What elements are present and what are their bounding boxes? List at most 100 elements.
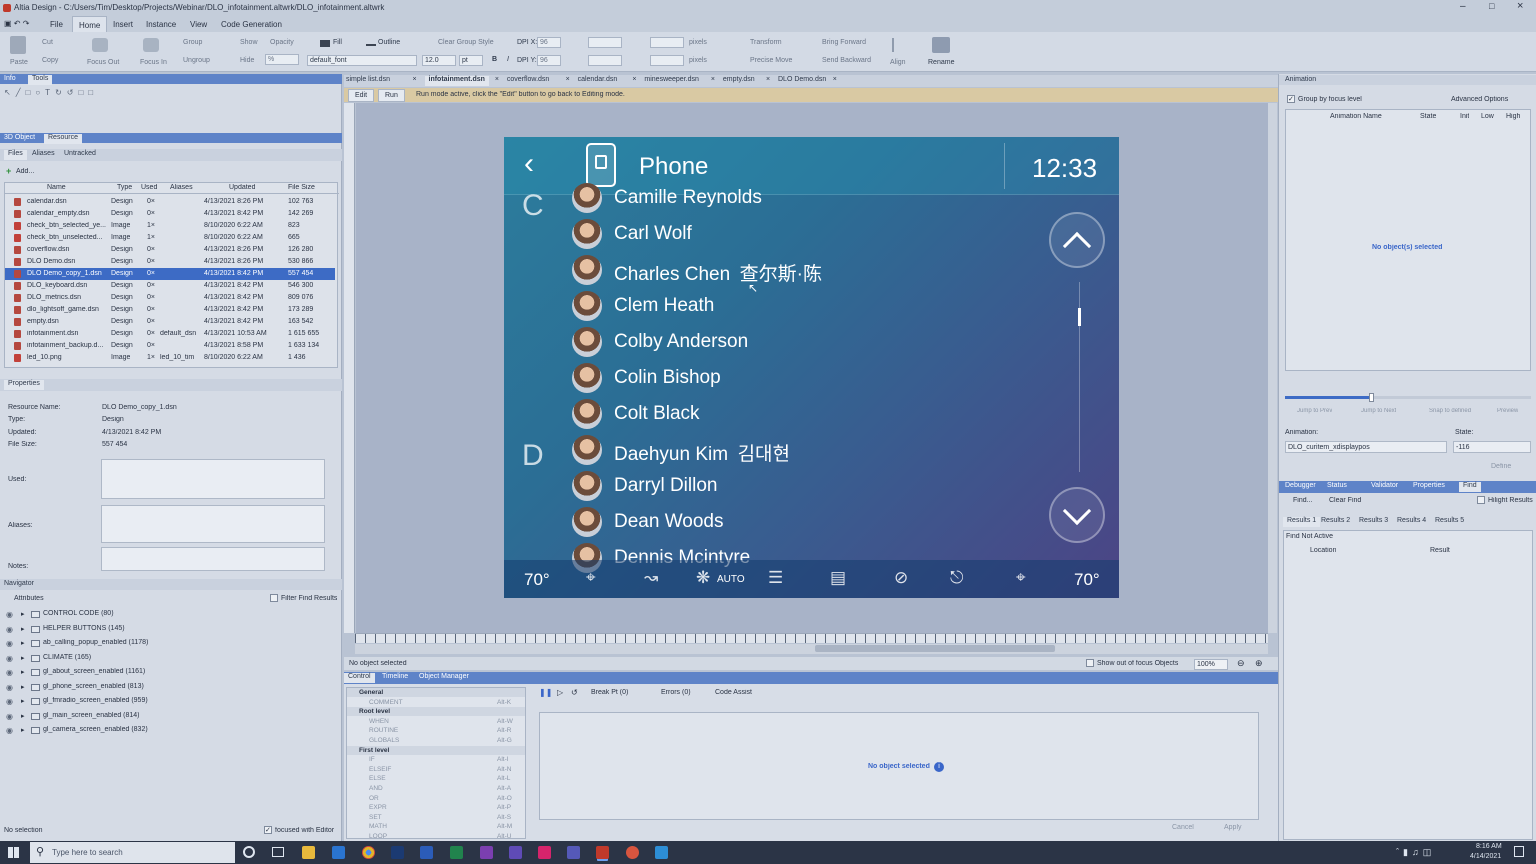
contact-row[interactable]: Daehyun Kim 김대현	[572, 432, 1012, 468]
menu-insert[interactable]: Insert	[113, 20, 133, 29]
bold-button[interactable]: B	[492, 56, 497, 63]
group-button[interactable]: Group	[183, 39, 202, 46]
unit-select-1[interactable]: pixels	[689, 39, 707, 46]
front-defrost-icon[interactable]: ☰	[768, 568, 783, 588]
advanced-options-button[interactable]: Advanced Options	[1451, 96, 1508, 103]
tab-resource[interactable]: Resource	[44, 134, 82, 144]
vertical-scrollbar[interactable]	[1268, 103, 1277, 633]
ungroup-button[interactable]: Ungroup	[183, 57, 210, 64]
contact-row[interactable]: Colby Anderson	[572, 324, 1012, 360]
animation-slider[interactable]	[1285, 393, 1531, 402]
visibility-eye-icon[interactable]: ◉	[6, 654, 13, 663]
tab-timeline[interactable]: Timeline	[382, 673, 408, 680]
col-low[interactable]: Low	[1481, 113, 1494, 120]
col-updated[interactable]: Updated	[229, 184, 255, 191]
cancel-button[interactable]: Cancel	[1172, 824, 1194, 831]
task-view-icon[interactable]	[272, 847, 284, 857]
app-icon-pink[interactable]	[538, 846, 551, 859]
tree-item[interactable]: WHEN Alt-W	[347, 717, 525, 726]
tab-validator[interactable]: Validator	[1371, 482, 1398, 489]
temp-right[interactable]: 70°	[1074, 570, 1100, 590]
position-x-field[interactable]	[588, 37, 622, 48]
scroll-up-button[interactable]	[1049, 212, 1105, 268]
width-field[interactable]	[650, 37, 684, 48]
code-assist-button[interactable]: Code Assist	[715, 689, 752, 696]
temp-left[interactable]: 70°	[524, 570, 550, 590]
result-tab[interactable]: Results 4	[1397, 517, 1426, 524]
contact-row[interactable]: Darryl Dillon	[572, 468, 1012, 504]
maximize-icon[interactable]: □	[1489, 1, 1494, 11]
unit-select-2[interactable]: pixels	[689, 57, 707, 64]
expand-arrow-icon[interactable]: ▸	[21, 668, 25, 676]
tray-icons[interactable]: ˆ▮♫◫	[1396, 847, 1435, 858]
contact-row[interactable]: Camille Reynolds	[572, 180, 1012, 216]
font-size-field[interactable]: 12.0	[422, 55, 456, 66]
reset-icon[interactable]: ↺	[571, 688, 578, 697]
col-state[interactable]: State	[1420, 113, 1436, 120]
group-by-checkbox[interactable]: ✓	[1287, 95, 1295, 103]
document-tab[interactable]: infotainment.dsn	[424, 76, 489, 86]
navigator-item[interactable]: ◉ ▸ gl_camera_screen_enabled (832)	[0, 724, 340, 738]
aliases-field[interactable]	[101, 505, 325, 543]
word-icon[interactable]	[420, 846, 433, 859]
contact-row[interactable]: Carl Wolf	[572, 216, 1012, 252]
expand-arrow-icon[interactable]: ▸	[21, 625, 25, 633]
document-tab[interactable]: minesweeper.dsn	[644, 76, 698, 83]
scroll-down-button[interactable]	[1049, 487, 1105, 543]
resource-row[interactable]: DLO_metrics.dsn Design 0× 4/13/2021 8:42 PM…	[5, 292, 335, 304]
break-point-button[interactable]: Break Pt (0)	[591, 689, 628, 696]
seat-heat-left-icon[interactable]: ⌖	[586, 568, 596, 588]
outlook-icon[interactable]	[332, 846, 345, 859]
tab-files[interactable]: Files	[4, 150, 27, 160]
tree-item[interactable]: ROUTINE Alt-R	[347, 726, 525, 735]
tree-item[interactable]: SET Alt-S	[347, 813, 525, 822]
excel-icon[interactable]	[450, 846, 463, 859]
document-tab[interactable]: DLO Demo.dsn	[778, 76, 826, 83]
paste-icon[interactable]	[10, 36, 26, 54]
notes-field[interactable]	[101, 547, 325, 571]
resource-row[interactable]: dlo_lightsoff_game.dsn Design 0× 4/13/2021 …	[5, 304, 335, 316]
chrome-icon[interactable]	[362, 846, 375, 859]
visibility-eye-icon[interactable]: ◉	[6, 726, 13, 735]
position-y-field[interactable]	[588, 55, 622, 66]
tab-object-manager[interactable]: Object Manager	[419, 673, 469, 680]
tab-tools[interactable]: Tools	[28, 75, 53, 85]
expand-arrow-icon[interactable]: ▸	[21, 697, 25, 705]
fill-button[interactable]: Fill	[333, 39, 342, 46]
used-field[interactable]	[101, 459, 325, 499]
tab-properties[interactable]: Properties	[1413, 482, 1445, 489]
tree-group[interactable]: First level	[347, 745, 525, 755]
tree-item[interactable]: EXPR Alt-P	[347, 803, 525, 812]
contact-row[interactable]: Colt Black	[572, 396, 1012, 432]
dpi-x-field[interactable]: 96	[537, 37, 561, 48]
resource-row[interactable]: coverflow.dsn Design 0× 4/13/2021 8:26 PM 12…	[5, 244, 335, 256]
visibility-eye-icon[interactable]: ◉	[6, 610, 13, 619]
step-icon[interactable]: ▷	[557, 688, 563, 697]
edit-button[interactable]: Edit	[348, 89, 375, 102]
italic-button[interactable]: I	[507, 56, 509, 63]
resource-row[interactable]: DLO Demo.dsn Design 0× 4/13/2021 8:26 PM 530…	[5, 256, 335, 268]
pause-icon[interactable]: ❚❚	[539, 688, 552, 697]
contact-row[interactable]: Colin Bishop	[572, 360, 1012, 396]
col-high[interactable]: High	[1506, 113, 1520, 120]
tree-item[interactable]: OR Alt-O	[347, 794, 525, 803]
navigator-item[interactable]: ◉ ▸ gl_about_screen_enabled (1161)	[0, 666, 340, 680]
close-icon[interactable]: ×	[1517, 0, 1523, 12]
cut-button[interactable]: Cut	[42, 39, 53, 46]
col-animation-name[interactable]: Animation Name	[1330, 113, 1382, 120]
tree-item[interactable]: COMMENT Alt-K	[347, 698, 525, 707]
resource-row[interactable]: DLO_keyboard.dsn Design 0× 4/13/2021 8:42 P…	[5, 280, 335, 292]
visual-studio-icon[interactable]	[509, 846, 522, 859]
zoom-out-icon[interactable]: ⊖	[1237, 658, 1245, 669]
col-name[interactable]: Name	[47, 184, 66, 191]
dpi-y-field[interactable]: 96	[537, 55, 561, 66]
zoom-in-icon[interactable]: ⊕	[1255, 658, 1263, 669]
precise-move-button[interactable]: Precise Move	[750, 57, 792, 64]
tree-group[interactable]: Root level	[347, 707, 525, 717]
navigator-item[interactable]: ◉ ▸ CONTROL CODE (80)	[0, 608, 340, 622]
tab-untracked[interactable]: Untracked	[64, 150, 96, 157]
col-aliases[interactable]: Aliases	[170, 184, 193, 191]
navigator-item[interactable]: ◉ ▸ gl_fmradio_screen_enabled (959)	[0, 695, 340, 709]
opacity-field[interactable]: %	[265, 54, 299, 65]
start-icon[interactable]	[8, 847, 19, 858]
